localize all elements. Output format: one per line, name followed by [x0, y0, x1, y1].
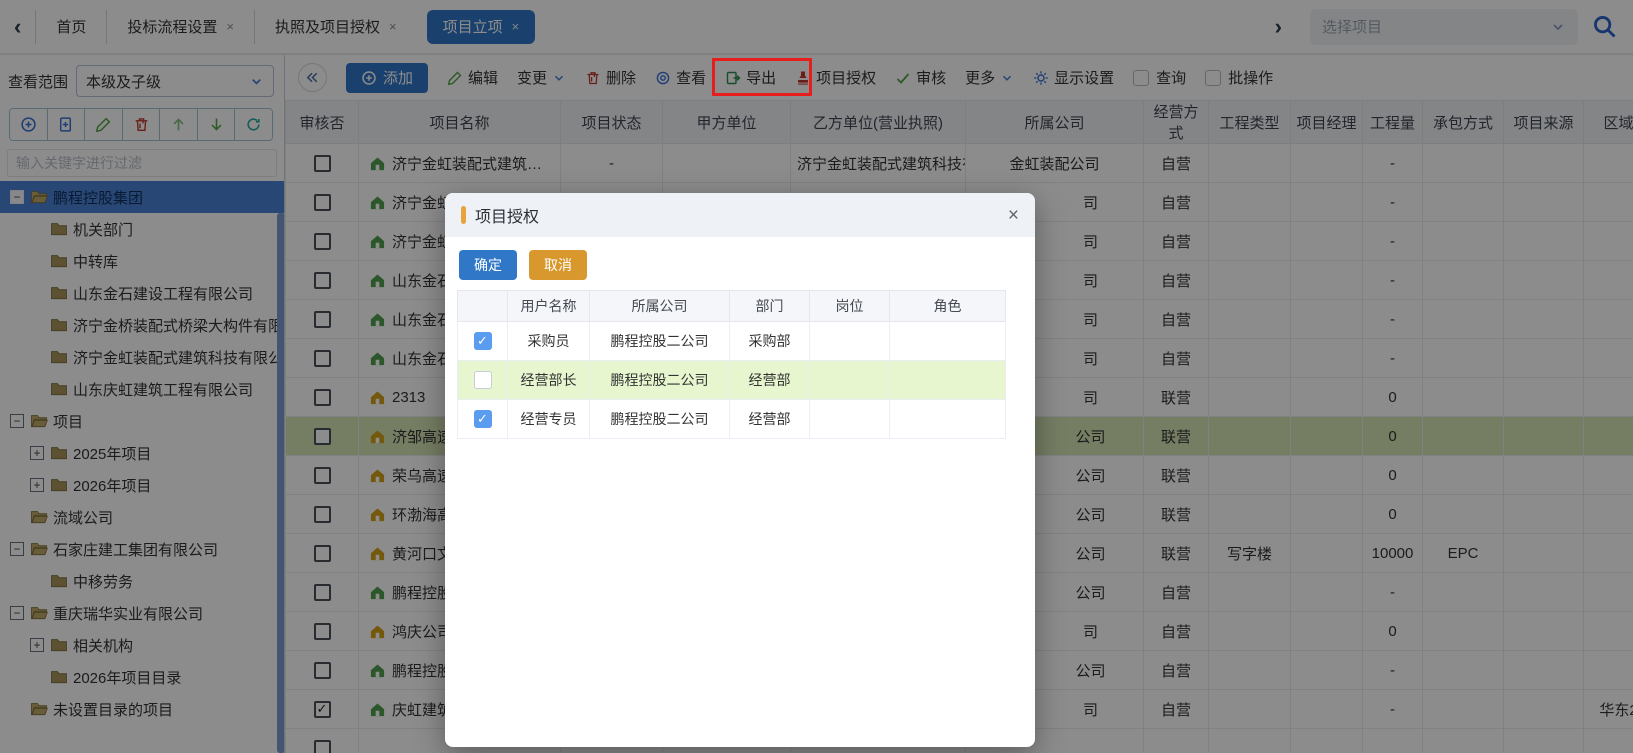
- cell-dept: 经营部: [730, 400, 810, 439]
- cell-company: 鹏程控股二公司: [590, 322, 730, 361]
- title-accent-bar: [461, 206, 466, 224]
- cell-post: [810, 322, 890, 361]
- user-row[interactable]: ✓ 采购员鹏程控股二公司采购部: [458, 322, 1006, 361]
- dialog-title: 项目授权: [475, 203, 539, 227]
- cell-role: [890, 400, 1006, 439]
- user-table-header-row: 用户名称所属公司部门岗位角色: [458, 291, 1006, 322]
- project-authorize-dialog: 项目授权 × 确定 取消 用户名称所属公司部门岗位角色 ✓ 采购员鹏程控股二公司采…: [445, 193, 1035, 747]
- user-row[interactable]: ✓ 经营专员鹏程控股二公司经营部: [458, 400, 1006, 439]
- cell-role: [890, 361, 1006, 400]
- cell-select: ✓: [458, 400, 508, 439]
- cell-dept: 采购部: [730, 322, 810, 361]
- cell-post: [810, 361, 890, 400]
- column-header[interactable]: 角色: [890, 291, 1006, 322]
- column-header[interactable]: 部门: [730, 291, 810, 322]
- column-header[interactable]: 用户名称: [508, 291, 590, 322]
- column-header[interactable]: 所属公司: [590, 291, 730, 322]
- cell-user: 经营专员: [508, 400, 590, 439]
- column-header-select: [458, 291, 508, 322]
- close-icon[interactable]: ×: [1008, 206, 1019, 225]
- cell-select: [458, 361, 508, 400]
- user-checkbox[interactable]: ✓: [474, 410, 492, 428]
- user-checkbox[interactable]: ✓: [474, 332, 492, 350]
- column-header[interactable]: 岗位: [810, 291, 890, 322]
- cell-role: [890, 322, 1006, 361]
- cell-post: [810, 400, 890, 439]
- cancel-button[interactable]: 取消: [529, 250, 587, 280]
- cell-select: ✓: [458, 322, 508, 361]
- user-row[interactable]: 经营部长鹏程控股二公司经营部: [458, 361, 1006, 400]
- cell-company: 鹏程控股二公司: [590, 400, 730, 439]
- cell-user: 采购员: [508, 322, 590, 361]
- app-window: ‹ 首页 投标流程设置 × 执照及项目授权 × 项目立项 × › 选择项目: [0, 0, 1633, 753]
- cell-company: 鹏程控股二公司: [590, 361, 730, 400]
- dialog-actions: 确定 取消: [445, 237, 1035, 290]
- user-table: 用户名称所属公司部门岗位角色 ✓采购员鹏程控股二公司采购部经营部长鹏程控股二公司…: [457, 290, 1006, 439]
- confirm-button[interactable]: 确定: [459, 250, 517, 280]
- user-checkbox[interactable]: [474, 371, 492, 389]
- cell-dept: 经营部: [730, 361, 810, 400]
- dialog-header: 项目授权 ×: [445, 193, 1035, 237]
- cell-user: 经营部长: [508, 361, 590, 400]
